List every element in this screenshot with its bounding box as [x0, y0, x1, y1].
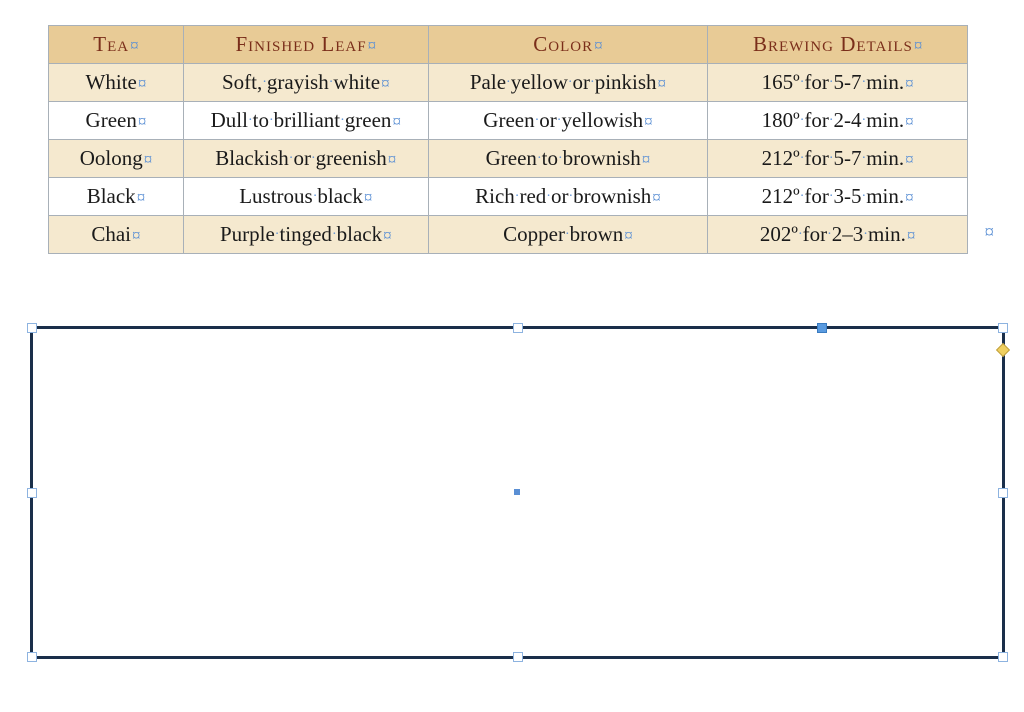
- format-mark: ¤: [130, 36, 139, 55]
- format-mark: ¤: [914, 36, 923, 55]
- cell-brew: 212º·for·5-7·min.¤: [708, 140, 968, 178]
- cell-brew: 180º·for·2-4·min.¤: [708, 102, 968, 140]
- resize-handle-mr[interactable]: [998, 488, 1008, 498]
- cell-color: Green·to·brownish¤: [428, 140, 708, 178]
- header-color: Color¤: [428, 26, 708, 64]
- tea-table: Tea¤ Finished Leaf¤ Color¤ Brewing Detai…: [48, 25, 968, 254]
- cell-leaf: Dull·to·brilliant·green¤: [183, 102, 428, 140]
- cell-brew: 212º·for·3-5·min.¤: [708, 178, 968, 216]
- header-brew: Brewing Details¤: [708, 26, 968, 64]
- resize-handle-br[interactable]: [998, 652, 1008, 662]
- resize-handle-bm[interactable]: [513, 652, 523, 662]
- selected-textbox[interactable]: [30, 326, 1005, 659]
- trailing-format-mark: ¤: [985, 222, 995, 244]
- cell-tea: Black¤: [49, 178, 184, 216]
- cell-color: Rich·red·or·brownish¤: [428, 178, 708, 216]
- format-mark: ¤: [368, 36, 377, 55]
- format-mark: ¤: [594, 36, 603, 55]
- tea-table-container: Tea¤ Finished Leaf¤ Color¤ Brewing Detai…: [48, 25, 968, 254]
- cell-leaf: Lustrous·black¤: [183, 178, 428, 216]
- resize-handle-ml[interactable]: [27, 488, 37, 498]
- table-header-row: Tea¤ Finished Leaf¤ Color¤ Brewing Detai…: [49, 26, 968, 64]
- cell-brew: 165º·for·5-7·min.¤: [708, 64, 968, 102]
- table-row: White¤Soft,·grayish·white¤Pale·yellow·or…: [49, 64, 968, 102]
- cell-color: Copper·brown¤: [428, 216, 708, 254]
- table-body: White¤Soft,·grayish·white¤Pale·yellow·or…: [49, 64, 968, 254]
- cell-leaf: Soft,·grayish·white¤: [183, 64, 428, 102]
- header-color-label: Color: [533, 32, 593, 56]
- resize-handle-tr[interactable]: [998, 323, 1008, 333]
- cell-tea: Green¤: [49, 102, 184, 140]
- header-tea-label: Tea: [93, 32, 129, 56]
- cell-tea: Oolong¤: [49, 140, 184, 178]
- table-row: Chai¤Purple·tinged·black¤Copper·brown¤20…: [49, 216, 968, 254]
- table-row: Green¤Dull·to·brilliant·green¤Green·or·y…: [49, 102, 968, 140]
- header-tea: Tea¤: [49, 26, 184, 64]
- anchor-mark-icon: [514, 489, 520, 495]
- resize-handle-tm[interactable]: [513, 323, 523, 333]
- header-brew-label: Brewing Details: [753, 32, 913, 56]
- cell-leaf: Blackish·or·greenish¤: [183, 140, 428, 178]
- resize-handle-bl[interactable]: [27, 652, 37, 662]
- cell-color: Pale·yellow·or·pinkish¤: [428, 64, 708, 102]
- adjust-handle[interactable]: [996, 343, 1010, 357]
- cell-tea: White¤: [49, 64, 184, 102]
- cell-leaf: Purple·tinged·black¤: [183, 216, 428, 254]
- cell-color: Green·or·yellowish¤: [428, 102, 708, 140]
- table-row: Black¤Lustrous·black¤Rich·red·or·brownis…: [49, 178, 968, 216]
- resize-handle-tl[interactable]: [27, 323, 37, 333]
- rotation-handle[interactable]: [817, 323, 827, 333]
- cell-tea: Chai¤: [49, 216, 184, 254]
- table-row: Oolong¤Blackish·or·greenish¤Green·to·bro…: [49, 140, 968, 178]
- header-leaf: Finished Leaf¤: [183, 26, 428, 64]
- header-leaf-label: Finished Leaf: [235, 32, 366, 56]
- cell-brew: 202º·for·2–3·min.¤: [708, 216, 968, 254]
